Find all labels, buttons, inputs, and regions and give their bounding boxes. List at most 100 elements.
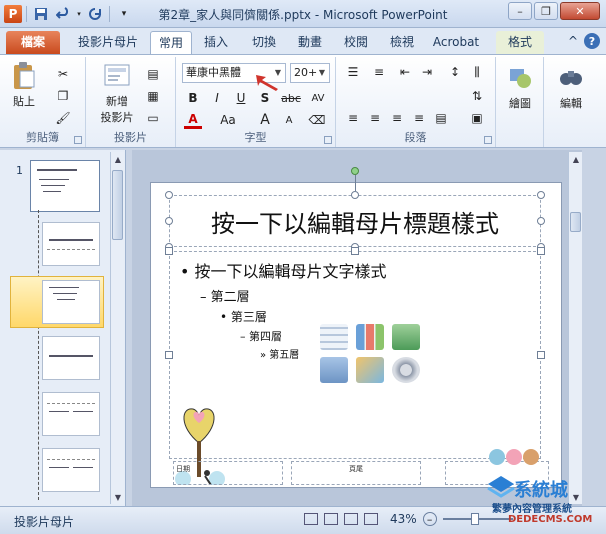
increase-indent-icon[interactable]: ⇥	[418, 63, 436, 81]
strikethrough-button[interactable]: abc	[280, 89, 302, 107]
clear-formatting-icon[interactable]: ⌫	[308, 111, 326, 129]
resize-handle[interactable]	[351, 191, 359, 199]
tab-transitions[interactable]: 切換	[244, 31, 284, 54]
insert-chart-icon[interactable]	[356, 324, 384, 350]
footer-placeholder[interactable]: 頁尾	[291, 461, 421, 485]
format-painter-icon[interactable]: 🖌	[54, 109, 72, 127]
thumbnail-layout[interactable]	[42, 392, 100, 436]
tab-slide-master[interactable]: 投影片母片	[68, 31, 148, 54]
restore-button[interactable]: ❐	[534, 2, 558, 20]
shrink-font-button[interactable]: A	[280, 111, 298, 129]
drawing-button[interactable]: 繪圖	[502, 63, 538, 111]
editing-button[interactable]: 編輯	[552, 63, 590, 111]
insert-table-icon[interactable]	[320, 324, 348, 350]
resize-handle[interactable]	[165, 351, 173, 359]
text-direction-icon[interactable]: ⇅	[468, 87, 486, 105]
slide-title[interactable]: 按一下以編輯母片標題樣式	[211, 204, 499, 239]
body-level-4[interactable]: – 第四層	[240, 328, 282, 344]
minimize-button[interactable]: –	[508, 2, 532, 20]
bold-button[interactable]: B	[184, 89, 202, 107]
section-icon[interactable]: ▭	[144, 109, 162, 127]
reset-slide-icon[interactable]: ▦	[144, 87, 162, 105]
character-spacing-button[interactable]: AV	[306, 89, 330, 107]
slide-layout-icon[interactable]: ▤	[144, 65, 162, 83]
scrollbar-thumb[interactable]	[112, 170, 123, 240]
thumbnail-master[interactable]	[30, 160, 100, 212]
slide-scrollbar[interactable]: ▲ ▼	[568, 152, 582, 504]
copy-icon[interactable]: ❐	[54, 87, 72, 105]
columns-icon[interactable]: ⫼	[468, 63, 486, 81]
date-placeholder[interactable]: 日期	[173, 461, 283, 485]
tab-home[interactable]: 常用	[150, 31, 192, 54]
resize-handle[interactable]	[537, 217, 545, 225]
font-size-box[interactable]: 20+ ▼	[290, 63, 330, 83]
line-spacing-icon[interactable]: ↕	[446, 63, 464, 81]
body-level-3[interactable]: • 第三層	[220, 308, 267, 325]
scroll-up-icon[interactable]: ▲	[111, 152, 125, 166]
resize-handle[interactable]	[537, 351, 545, 359]
help-icon[interactable]: ?	[584, 33, 600, 49]
scrollbar-thumb[interactable]	[570, 212, 581, 232]
tab-acrobat[interactable]: Acrobat	[428, 31, 484, 54]
scroll-down-icon[interactable]: ▼	[111, 490, 125, 504]
title-placeholder[interactable]: 按一下以編輯母片標題樣式	[169, 195, 541, 247]
grow-font-button[interactable]: A	[256, 111, 274, 129]
justify-icon[interactable]: ≡	[410, 109, 428, 127]
numbering-icon[interactable]: ≡	[370, 63, 388, 81]
zoom-out-icon[interactable]: –	[422, 512, 437, 526]
zoom-level[interactable]: 43%	[390, 512, 417, 526]
normal-view-icon[interactable]	[304, 513, 318, 525]
align-right-icon[interactable]: ≡	[388, 109, 406, 127]
font-size-dropdown-icon[interactable]: ▼	[316, 64, 328, 82]
resize-handle[interactable]	[537, 247, 545, 255]
underline-button[interactable]: U	[232, 89, 250, 107]
align-center-icon[interactable]: ≡	[366, 109, 384, 127]
italic-button[interactable]: I	[208, 89, 226, 107]
slide-master-canvas[interactable]: 按一下以編輯母片標題樣式 • 按一下以編輯母片文字樣式 – 第二層 • 第三層 …	[150, 167, 562, 488]
cut-icon[interactable]: ✂	[54, 65, 72, 83]
paste-button[interactable]: 貼上	[10, 61, 38, 109]
body-level-1[interactable]: • 按一下以編輯母片文字樣式	[180, 258, 387, 282]
insert-media-icon[interactable]	[392, 357, 420, 383]
thumbnail-scrollbar[interactable]: ▲ ▼	[110, 152, 124, 504]
resize-handle[interactable]	[351, 247, 359, 255]
slideshow-view-icon[interactable]	[364, 513, 378, 525]
body-level-2[interactable]: – 第二層	[200, 286, 250, 305]
resize-handle[interactable]	[165, 247, 173, 255]
font-color-button[interactable]: A	[184, 111, 202, 129]
rotate-handle[interactable]	[351, 167, 359, 175]
thumbnail-layout-selected[interactable]	[42, 280, 100, 324]
resize-handle[interactable]	[165, 191, 173, 199]
reading-view-icon[interactable]	[344, 513, 358, 525]
tab-view[interactable]: 檢視	[382, 31, 422, 54]
resize-handle[interactable]	[165, 217, 173, 225]
body-level-5[interactable]: » 第五層	[260, 346, 299, 361]
clipboard-dialog-launcher[interactable]	[74, 136, 82, 144]
slide-sorter-view-icon[interactable]	[324, 513, 338, 525]
insert-clipart-icon[interactable]	[356, 357, 384, 383]
tab-review[interactable]: 校閱	[336, 31, 376, 54]
align-text-icon[interactable]: ▤	[432, 109, 450, 127]
zoom-slider-knob[interactable]	[470, 513, 479, 525]
tab-insert[interactable]: 插入	[196, 31, 236, 54]
tab-file[interactable]: 檔案	[6, 31, 60, 54]
change-case-button[interactable]: Aa	[216, 111, 240, 129]
resize-handle[interactable]	[537, 191, 545, 199]
tab-format[interactable]: 格式	[496, 31, 544, 54]
shadow-button[interactable]: S	[256, 89, 274, 107]
paragraph-dialog-launcher[interactable]	[484, 136, 492, 144]
thumbnail-layout[interactable]	[42, 448, 100, 492]
font-dialog-launcher[interactable]	[324, 136, 332, 144]
thumbnail-layout[interactable]	[42, 336, 100, 380]
close-button[interactable]: ✕	[560, 2, 600, 20]
align-left-icon[interactable]: ≡	[344, 109, 362, 127]
bullets-icon[interactable]: ☰	[344, 63, 362, 81]
insert-picture-icon[interactable]	[320, 357, 348, 383]
decrease-indent-icon[interactable]: ⇤	[396, 63, 414, 81]
tab-animations[interactable]: 動畫	[290, 31, 330, 54]
thumbnail-layout[interactable]	[42, 222, 100, 266]
scroll-up-icon[interactable]: ▲	[569, 152, 583, 166]
smartart-icon[interactable]: ▣	[468, 109, 486, 127]
new-slide-button[interactable]: 新增 投影片	[94, 61, 140, 125]
insert-smartart-icon[interactable]	[392, 324, 420, 350]
